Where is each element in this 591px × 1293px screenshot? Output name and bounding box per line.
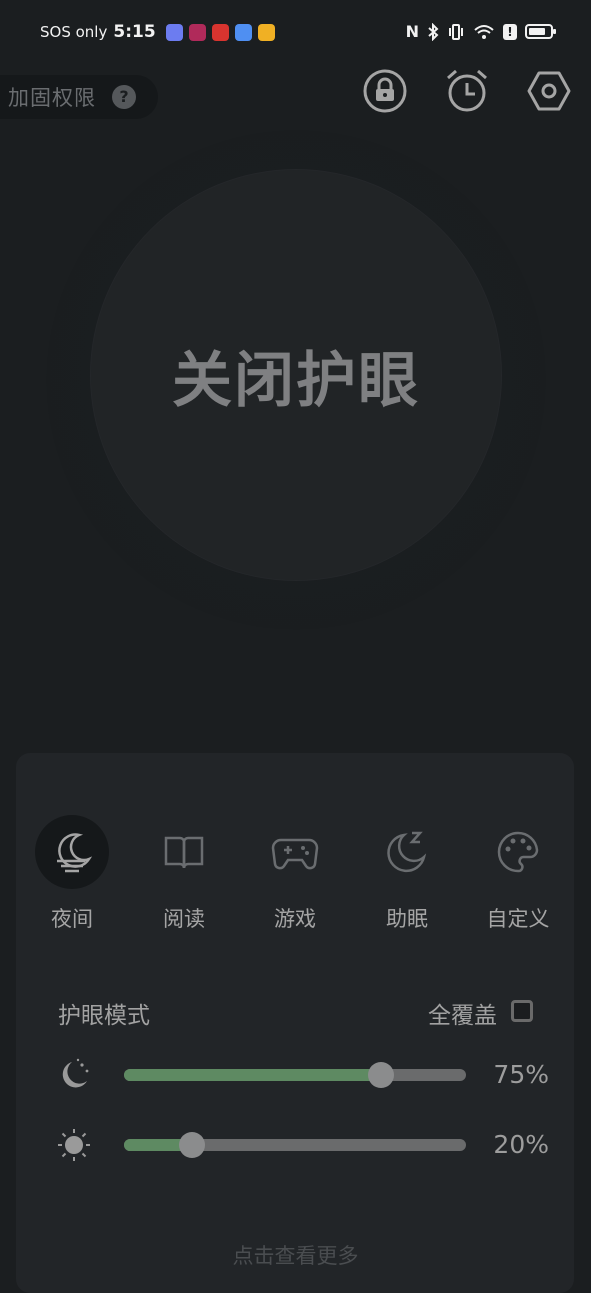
slider-thumb[interactable] (367, 1062, 394, 1088)
eye-protection-toggle-button[interactable]: 关闭护眼 (91, 170, 501, 580)
notification-app-icon (211, 23, 229, 41)
alert-icon: ! (503, 23, 517, 40)
moon-stars-icon (62, 1058, 89, 1088)
eye-mode-label: 护眼模式 (58, 1003, 150, 1029)
sleep-moon-icon (387, 831, 427, 873)
mode-label: 游戏 (274, 907, 316, 931)
battery-fill (529, 28, 546, 35)
notification-app-icon (165, 23, 183, 41)
full-cover-checkbox[interactable] (511, 1000, 533, 1022)
palette-icon (497, 831, 539, 873)
mode-game[interactable]: 游戏 (255, 815, 335, 933)
mode-night[interactable]: 夜间 (32, 815, 112, 933)
clock: 5:15 (113, 22, 156, 42)
mode-sleep[interactable]: 助眠 (367, 815, 447, 933)
slider-fill (124, 1069, 381, 1081)
permission-label: 加固权限 (8, 86, 96, 110)
filter-intensity-value: 75% (493, 1060, 549, 1089)
settings-hex-icon[interactable] (526, 68, 572, 114)
mode-reading[interactable]: 阅读 (144, 815, 224, 933)
filter-intensity-slider[interactable] (124, 1062, 466, 1088)
bluetooth-icon (428, 22, 439, 41)
brightness-value: 20% (493, 1130, 549, 1159)
notification-app-icon (257, 23, 275, 41)
gamepad-icon (271, 838, 319, 870)
help-icon[interactable]: ? (112, 85, 136, 109)
mode-icon-bg (370, 815, 444, 889)
sun-icon (58, 1129, 90, 1161)
mode-icon-bg (258, 815, 332, 889)
moon-cloud-icon (57, 833, 93, 873)
mode-label: 夜间 (51, 907, 93, 931)
nfc-icon: N (405, 22, 419, 41)
mode-icon-bg (481, 815, 555, 889)
status-left: SOS only 5:15 (40, 22, 275, 42)
notification-app-icon (188, 23, 206, 41)
status-right: N ! (405, 22, 556, 41)
mode-label: 自定义 (486, 907, 550, 931)
status-bar: SOS only 5:15 N ! (0, 0, 591, 66)
alarm-clock-icon[interactable] (444, 68, 490, 114)
wifi-icon (474, 24, 494, 39)
full-cover-label: 全覆盖 (428, 1003, 497, 1029)
permission-pill[interactable]: 加固权限 ? (0, 75, 158, 119)
lock-icon[interactable] (362, 68, 408, 114)
toggle-label: 关闭护眼 (172, 345, 420, 416)
brightness-slider[interactable] (124, 1132, 466, 1158)
see-more-link[interactable]: 点击查看更多 (0, 1240, 591, 1270)
mode-label: 阅读 (163, 907, 205, 931)
book-icon (164, 836, 204, 869)
mode-custom[interactable]: 自定义 (478, 815, 558, 933)
carrier-text: SOS only (40, 23, 108, 41)
mode-label: 助眠 (386, 907, 428, 931)
battery-icon (525, 24, 556, 39)
vibrate-icon (449, 23, 463, 40)
mode-icon-bg (35, 815, 109, 889)
mode-icon-bg (147, 815, 221, 889)
notification-app-icon (234, 23, 252, 41)
